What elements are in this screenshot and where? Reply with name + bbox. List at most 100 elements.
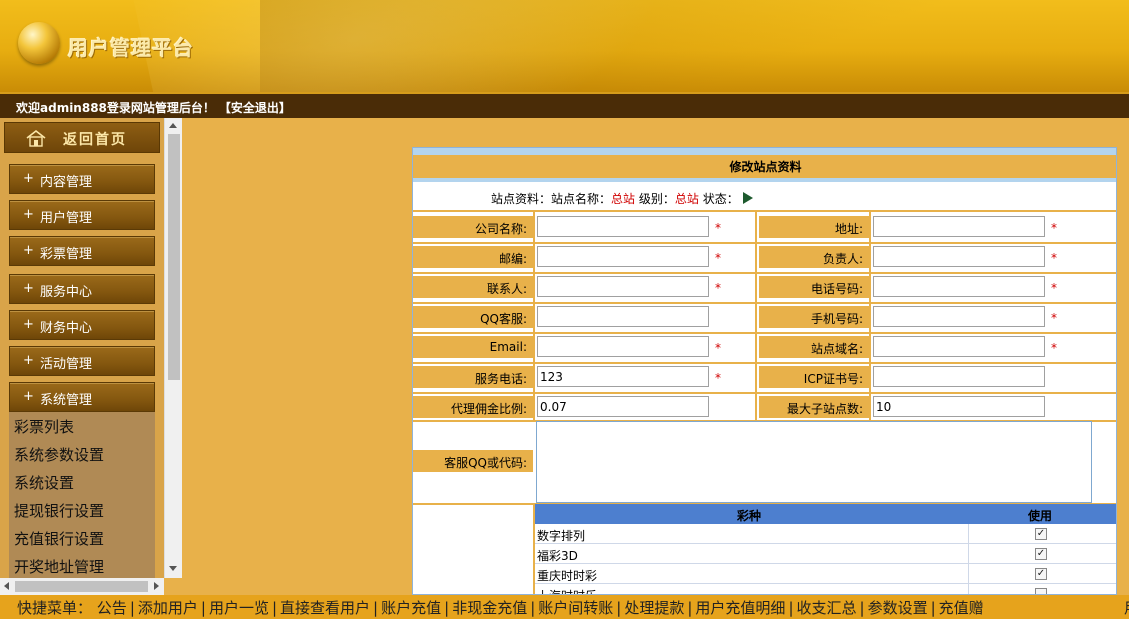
welcome-bar: 欢迎admin888登录网站管理后台！ 【安全退出】 [0, 92, 1129, 118]
quick-link[interactable]: 参数设置 [868, 599, 928, 617]
max-subsites-input[interactable] [873, 396, 1045, 417]
quick-link[interactable]: 处理提款 [624, 599, 684, 617]
welcome-text: 欢迎admin888登录网站管理后台！ [16, 101, 215, 115]
qq-code-textarea[interactable] [536, 421, 1092, 503]
table-header: 彩种 使用 [535, 504, 1116, 524]
scroll-up-icon[interactable] [169, 123, 177, 128]
service-phone-label: 服务电话: [413, 366, 533, 388]
scroll-down-icon[interactable] [169, 566, 177, 571]
scroll-thumb[interactable] [168, 134, 180, 380]
required-mark: * [715, 251, 721, 265]
company-cell: * [533, 212, 757, 242]
logo-icon [18, 22, 60, 64]
lottery-name: 福彩3D [537, 549, 578, 563]
scroll-right-icon[interactable] [154, 582, 159, 590]
menu-label: 系统管理 [40, 393, 93, 408]
menu-label: 活动管理 [40, 357, 93, 372]
quick-link[interactable]: 用户一览 [209, 599, 269, 617]
menu-activity[interactable]: + 活动管理 [9, 346, 155, 376]
expand-icon: + [23, 207, 34, 222]
scroll-left-icon[interactable] [4, 582, 9, 590]
quick-link[interactable]: 账户充值 [381, 599, 441, 617]
menu-content[interactable]: + 内容管理 [9, 164, 155, 194]
home-button[interactable]: 返回首页 [4, 122, 160, 153]
use-checkbox[interactable]: ✓ [1035, 568, 1047, 580]
postcode-cell: * [533, 242, 757, 272]
scroll-thumb[interactable] [15, 581, 148, 592]
email-input[interactable] [537, 336, 709, 357]
manager-label: 负责人: [759, 246, 869, 268]
menu-lottery[interactable]: + 彩票管理 [9, 236, 155, 266]
cell-divider [968, 544, 969, 564]
sidebar-horizontal-scrollbar[interactable] [0, 578, 164, 595]
menu-users[interactable]: + 用户管理 [9, 200, 155, 230]
submenu-draw-urls[interactable]: 开奖地址管理 [14, 556, 104, 577]
manager-cell: * [869, 242, 1116, 272]
logo-text: 用户管理平台 [68, 36, 194, 60]
use-checkbox[interactable]: ✓ [1035, 548, 1047, 560]
lottery-name: 重庆时时彩 [537, 569, 598, 583]
icp-label: ICP证书号: [759, 366, 869, 388]
submenu-system-params[interactable]: 系统参数设置 [14, 444, 104, 465]
quick-link[interactable]: 非现金充值 [452, 599, 527, 617]
level-label: 级别： [638, 192, 675, 206]
required-mark: * [1051, 341, 1057, 355]
edit-site-panel: 修改站点资料 站点资料：站点名称：总站 级别：总站 状态： 公司名称: * 地址… [412, 147, 1117, 595]
quick-link[interactable]: 公告 [97, 599, 127, 617]
quick-link[interactable]: 账户间转账 [538, 599, 613, 617]
quick-link[interactable]: 收支汇总 [797, 599, 857, 617]
qq-input[interactable] [537, 306, 709, 327]
form-row: 公司名称: * 地址: * [413, 212, 1116, 242]
home-icon [26, 129, 46, 147]
header-banner: 用户管理平台 [0, 0, 1129, 92]
company-input[interactable] [537, 216, 709, 237]
phone-label: 电话号码: [759, 276, 869, 298]
submenu-system-settings[interactable]: 系统设置 [14, 472, 74, 493]
domain-label: 站点域名: [759, 336, 869, 358]
form-row: 服务电话: * ICP证书号: [413, 362, 1116, 392]
site-info: 站点资料：站点名称：总站 级别：总站 状态： [413, 182, 1116, 212]
address-input[interactable] [873, 216, 1045, 237]
menu-system[interactable]: + 系统管理 [9, 382, 155, 412]
menu-service[interactable]: + 服务中心 [9, 274, 155, 304]
domain-cell: * [869, 332, 1116, 362]
use-checkbox[interactable] [1035, 588, 1047, 594]
service-phone-input[interactable] [537, 366, 709, 387]
quick-link[interactable]: 用户充值明细 [695, 599, 785, 617]
contact-cell: * [533, 272, 757, 302]
commission-input[interactable] [537, 396, 709, 417]
mobile-input[interactable] [873, 306, 1045, 327]
home-label: 返回首页 [63, 132, 127, 148]
email-cell: * [533, 332, 757, 362]
icp-input[interactable] [873, 366, 1045, 387]
form-row: Email: * 站点域名: * [413, 332, 1116, 362]
submenu-deposit-banks[interactable]: 充值银行设置 [14, 528, 104, 549]
form-row: QQ客服: 手机号码: * [413, 302, 1116, 332]
phone-input[interactable] [873, 276, 1045, 297]
status-play-icon [742, 192, 753, 204]
quick-link[interactable]: 添加用户 [138, 599, 198, 617]
sidebar-vertical-scrollbar[interactable] [164, 118, 182, 578]
menu-finance[interactable]: + 财务中心 [9, 310, 155, 340]
manager-input[interactable] [873, 246, 1045, 267]
table-row: 重庆时时彩 ✓ [535, 564, 1116, 584]
header-decoration-shade [260, 0, 1129, 92]
contact-input[interactable] [537, 276, 709, 297]
required-mark: * [1051, 311, 1057, 325]
expand-icon: + [23, 353, 34, 368]
company-label: 公司名称: [413, 216, 533, 238]
logout-link[interactable]: 【安全退出】 [219, 101, 291, 115]
expand-icon: + [23, 171, 34, 186]
commission-cell [533, 392, 757, 422]
submenu-withdraw-banks[interactable]: 提现银行设置 [14, 500, 104, 521]
quick-link[interactable]: 充值赠 [939, 599, 984, 617]
cell-divider [968, 524, 969, 544]
required-mark: * [715, 281, 721, 295]
submenu-lottery-list[interactable]: 彩票列表 [14, 416, 74, 437]
domain-input[interactable] [873, 336, 1045, 357]
quick-link[interactable]: 直接查看用户 [280, 599, 370, 617]
phone-cell: * [869, 272, 1116, 302]
postcode-input[interactable] [537, 246, 709, 267]
system-submenu: 彩票列表 系统参数设置 系统设置 提现银行设置 充值银行设置 开奖地址管理 [9, 412, 155, 578]
use-checkbox[interactable]: ✓ [1035, 528, 1047, 540]
